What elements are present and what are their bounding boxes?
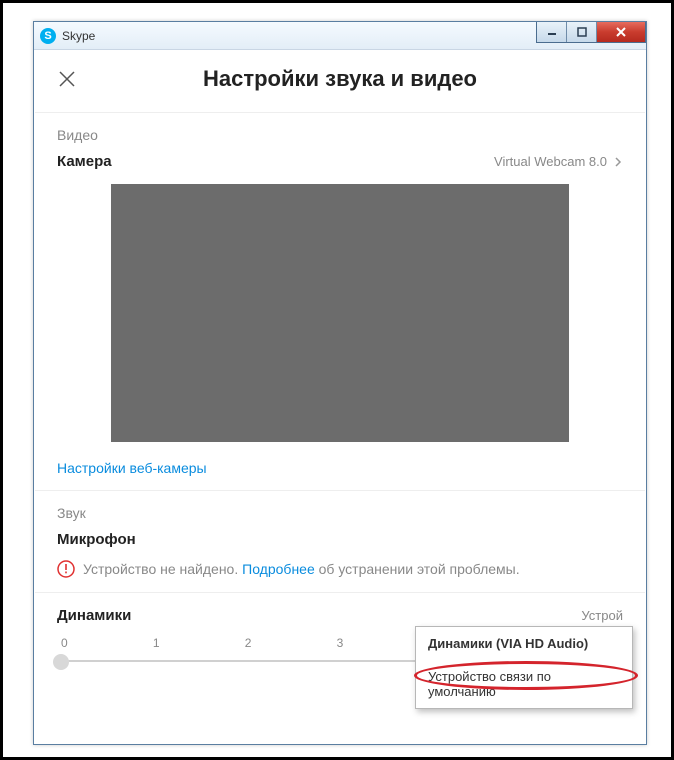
skype-logo-icon: S bbox=[40, 28, 56, 44]
minimize-button[interactable] bbox=[537, 22, 567, 42]
camera-selector[interactable]: Virtual Webcam 8.0 bbox=[494, 154, 623, 169]
scale-tick: 1 bbox=[153, 636, 160, 650]
microphone-label: Микрофон bbox=[57, 531, 136, 548]
speakers-dropdown-menu: Динамики (VIA HD Audio) Устройство связи… bbox=[415, 626, 633, 709]
titlebar: S Skype bbox=[34, 22, 646, 50]
slider-thumb[interactable] bbox=[53, 654, 69, 670]
close-window-button[interactable] bbox=[597, 22, 645, 42]
close-settings-button[interactable] bbox=[57, 69, 77, 89]
audio-section: Звук Микрофон Устройство не найдено. Под… bbox=[35, 491, 645, 578]
error-details-link[interactable]: Подробнее bbox=[242, 561, 315, 577]
window-title: Skype bbox=[62, 29, 95, 43]
settings-title: Настройки звука и видео bbox=[77, 66, 623, 92]
camera-label: Камера bbox=[57, 153, 112, 170]
settings-header: Настройки звука и видео bbox=[35, 52, 645, 113]
camera-value: Virtual Webcam 8.0 bbox=[494, 154, 607, 169]
speakers-value-truncated: Устрой bbox=[581, 608, 623, 623]
scale-tick: 2 bbox=[245, 636, 252, 650]
chevron-right-icon bbox=[613, 157, 623, 167]
dropdown-item[interactable]: Устройство связи по умолчанию bbox=[416, 660, 632, 708]
video-section-label: Видео bbox=[57, 127, 623, 143]
camera-preview bbox=[111, 184, 569, 442]
webcam-settings-link[interactable]: Настройки веб-камеры bbox=[57, 460, 207, 476]
window-controls bbox=[536, 22, 646, 43]
scale-tick: 3 bbox=[337, 636, 344, 650]
speakers-selector[interactable]: Устрой bbox=[581, 608, 623, 623]
error-suffix: об устранении этой проблемы. bbox=[319, 561, 520, 577]
screenshot-frame: S Skype Настройки звука и ви bbox=[0, 0, 674, 760]
video-section: Видео Камера Virtual Webcam 8.0 Настройк… bbox=[35, 113, 645, 490]
microphone-error: Устройство не найдено. Подробнее об устр… bbox=[57, 560, 623, 578]
content-area: Настройки звука и видео Видео Камера Vir… bbox=[35, 52, 645, 743]
error-prefix: Устройство не найдено. bbox=[83, 561, 238, 577]
scale-tick: 0 bbox=[61, 636, 68, 650]
app-window: S Skype Настройки звука и ви bbox=[33, 21, 647, 745]
error-icon bbox=[57, 560, 75, 578]
maximize-button[interactable] bbox=[567, 22, 597, 42]
audio-section-label: Звук bbox=[57, 505, 623, 521]
speakers-label: Динамики bbox=[57, 607, 131, 624]
dropdown-item-selected[interactable]: Динамики (VIA HD Audio) bbox=[416, 627, 632, 660]
